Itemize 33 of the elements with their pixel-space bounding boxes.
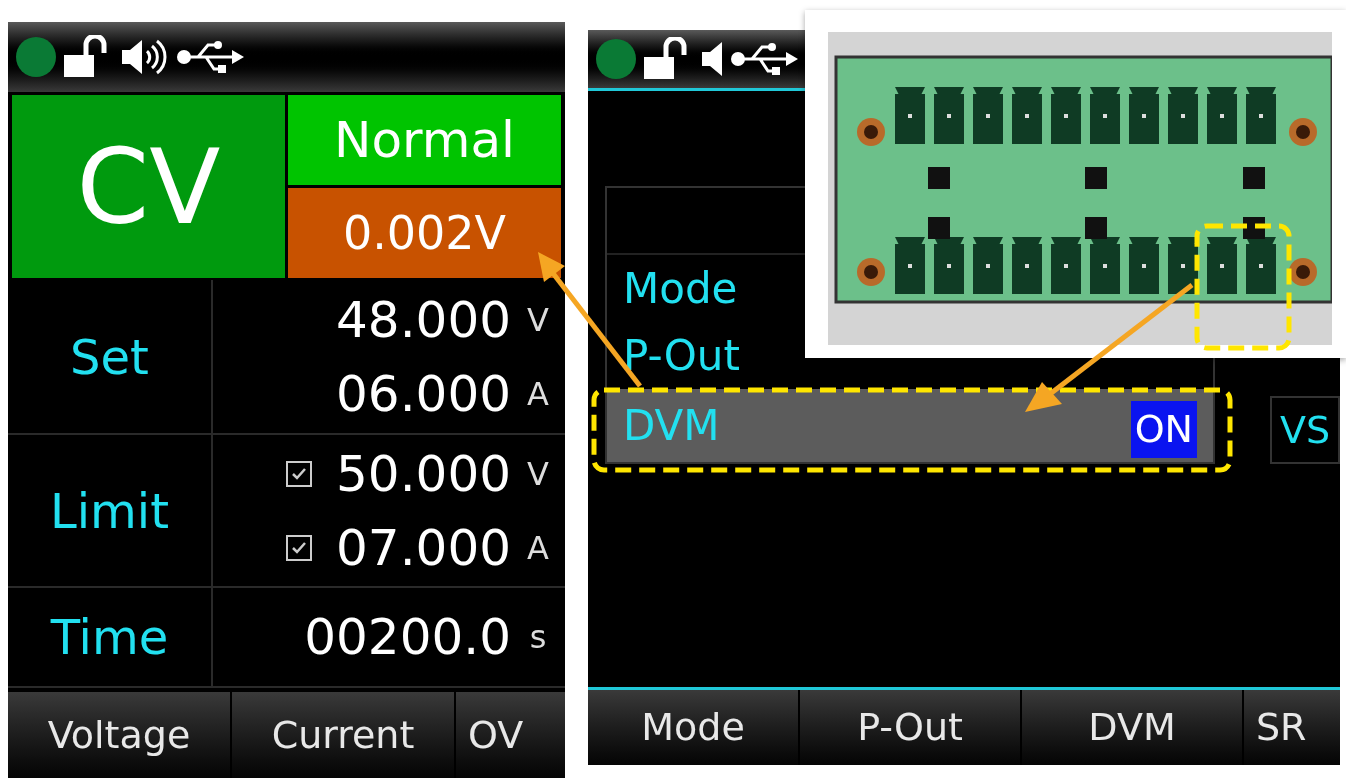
- value-text: 06.000: [336, 363, 511, 425]
- unit-text: V: [526, 299, 550, 341]
- check-icon: [291, 466, 308, 481]
- value-text: 50.000: [336, 443, 511, 505]
- menu-label: P-Out: [623, 330, 740, 382]
- softkey-button[interactable]: Mode: [588, 690, 798, 765]
- value-text: 07.000: [336, 517, 511, 579]
- menu-value: ON: [1130, 401, 1197, 458]
- unit-text: A: [526, 373, 550, 415]
- state-indicator: Normal: [288, 95, 561, 185]
- unit-text: A: [526, 527, 550, 569]
- value-text: 48.000: [336, 289, 511, 351]
- check-icon: [291, 540, 308, 555]
- softkey-button[interactable]: OV: [456, 692, 565, 778]
- softkey-button[interactable]: Current: [232, 692, 454, 778]
- unit-text: V: [526, 453, 550, 495]
- value-text: 00200.0: [304, 607, 511, 668]
- voltage-reading: 0.002V: [288, 188, 561, 278]
- unit-text: s: [528, 617, 548, 658]
- mode-indicator: CV: [12, 95, 285, 278]
- menu-label: DVM: [623, 400, 720, 452]
- menu-label: Mode: [623, 263, 738, 315]
- softkey-button[interactable]: DVM: [1022, 690, 1242, 765]
- checkbox[interactable]: [286, 460, 313, 487]
- checkbox[interactable]: [286, 534, 313, 561]
- menu-item[interactable]: DVM ON: [607, 389, 1213, 462]
- softkey-button[interactable]: P-Out: [800, 690, 1020, 765]
- softkey-button[interactable]: SR: [1244, 690, 1340, 765]
- softkey-button[interactable]: Voltage: [8, 692, 230, 778]
- row-label: Limit: [8, 435, 213, 586]
- side-cell: VS: [1270, 396, 1340, 464]
- row-label: Set: [8, 280, 213, 433]
- row-label: Time: [8, 588, 213, 686]
